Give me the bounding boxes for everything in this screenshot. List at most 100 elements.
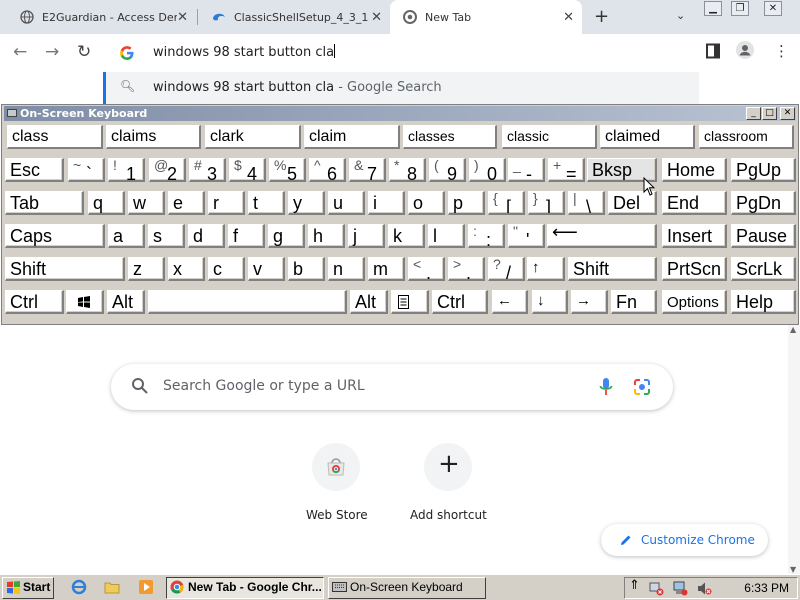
- key-symbol-6[interactable]: ^ 6: [309, 158, 346, 182]
- key-symbol-comma[interactable]: <,: [408, 257, 445, 281]
- prediction-key[interactable]: class: [7, 125, 103, 149]
- close-tab-icon[interactable]: ✕: [563, 10, 574, 25]
- key-symbol-4[interactable]: $4: [229, 158, 266, 182]
- taskbar-button-osk[interactable]: On-Screen Keyboard: [328, 577, 486, 599]
- tab-search-button[interactable]: ⌄: [676, 9, 685, 22]
- key-alt-right[interactable]: Alt: [350, 290, 388, 314]
- key-pgup[interactable]: PgUp: [731, 158, 796, 182]
- key-pgdn[interactable]: PgDn: [731, 191, 796, 215]
- key-symbol-quote[interactable]: " ': [508, 224, 545, 248]
- key-letter-n[interactable]: n: [328, 257, 365, 281]
- start-button[interactable]: Start: [2, 577, 54, 599]
- network-blocked-icon[interactable]: [649, 581, 664, 596]
- new-tab-button[interactable]: +: [594, 6, 609, 27]
- key-pause[interactable]: Pause: [731, 224, 796, 248]
- key-letter-b[interactable]: b: [288, 257, 325, 281]
- key-symbol-period[interactable]: >.: [448, 257, 485, 281]
- forward-icon[interactable]: →: [45, 42, 59, 62]
- key-symbol-=[interactable]: + =: [548, 158, 585, 182]
- voice-search-icon[interactable]: [599, 377, 613, 397]
- restore-button[interactable]: ❐: [731, 1, 749, 16]
- key-symbol-7[interactable]: & 7: [349, 158, 386, 182]
- key-letter-i[interactable]: i: [368, 191, 405, 215]
- customize-chrome-button[interactable]: Customize Chrome: [601, 524, 768, 556]
- prediction-key[interactable]: classic: [502, 125, 597, 149]
- key-letter-v[interactable]: v: [248, 257, 285, 281]
- key-letter-c[interactable]: c: [208, 257, 245, 281]
- key-alt-left[interactable]: Alt: [107, 290, 145, 314]
- key-insert[interactable]: Insert: [662, 224, 727, 248]
- folder-icon[interactable]: [104, 579, 120, 595]
- key-ctrl-right[interactable]: Ctrl: [432, 290, 488, 314]
- key-arrow-left[interactable]: ←: [492, 290, 528, 314]
- media-player-icon[interactable]: [138, 579, 154, 595]
- key-symbol-5[interactable]: % 5: [269, 158, 306, 182]
- key-symbol-\[interactable]: | \: [568, 191, 605, 215]
- key-home[interactable]: Home: [662, 158, 727, 182]
- prediction-key[interactable]: claimed: [600, 125, 695, 149]
- omnibox-suggestion[interactable]: 🔍︎ windows 98 start button cla - Google …: [103, 72, 699, 104]
- reload-icon[interactable]: ↻: [77, 42, 91, 62]
- key-enter[interactable]: ⟵: [547, 224, 657, 248]
- key-letter-l[interactable]: l: [428, 224, 465, 248]
- prediction-key[interactable]: classes: [403, 125, 497, 149]
- key-symbol-2[interactable]: @2: [149, 158, 186, 182]
- tab-e2guardian[interactable]: E2Guardian - Access Deni ✕: [0, 0, 196, 34]
- tab-classicshell[interactable]: ClassicShellSetup_4_3_1 ✕: [198, 0, 390, 34]
- osk-maximize-button[interactable]: □: [762, 107, 777, 120]
- key-letter-f[interactable]: f: [228, 224, 265, 248]
- key-esc[interactable]: Esc: [5, 158, 64, 182]
- key-symbol-1[interactable]: ! 1: [108, 158, 145, 182]
- prediction-key[interactable]: clark: [205, 125, 301, 149]
- key-letter-a[interactable]: a: [108, 224, 145, 248]
- key-letter-k[interactable]: k: [388, 224, 425, 248]
- internet-explorer-icon[interactable]: [71, 579, 87, 595]
- minimize-button[interactable]: ▁: [704, 1, 722, 16]
- back-icon[interactable]: ←: [13, 42, 27, 62]
- key-letter-d[interactable]: d: [188, 224, 225, 248]
- prediction-key[interactable]: classroom: [699, 125, 794, 149]
- side-panel-icon[interactable]: [706, 43, 720, 59]
- shortcut-add[interactable]: +: [424, 443, 472, 491]
- osk-title-bar[interactable]: On-Screen Keyboard: [4, 106, 796, 121]
- key-symbol-][interactable]: }]: [528, 191, 565, 215]
- key-letter-x[interactable]: x: [168, 257, 205, 281]
- key-letter-r[interactable]: r: [208, 191, 245, 215]
- osk-close-button[interactable]: ✕: [780, 107, 795, 120]
- key-letter-u[interactable]: u: [328, 191, 365, 215]
- key-caps-lock[interactable]: Caps: [5, 224, 105, 248]
- key-letter-j[interactable]: j: [348, 224, 385, 248]
- key-letter-e[interactable]: e: [168, 191, 205, 215]
- key-scrlk[interactable]: ScrLk: [731, 257, 796, 281]
- key-end[interactable]: End: [662, 191, 727, 215]
- close-window-button[interactable]: ✕: [764, 1, 782, 16]
- key-letter-z[interactable]: z: [128, 257, 165, 281]
- close-tab-icon[interactable]: ✕: [177, 10, 188, 25]
- key-tab[interactable]: Tab: [5, 191, 84, 215]
- tab-new-tab[interactable]: New Tab ✕: [390, 0, 582, 34]
- taskbar-button-chrome[interactable]: New Tab - Google Chr...: [166, 577, 324, 599]
- menu-kebab-icon[interactable]: ⋮: [774, 42, 789, 60]
- show-hidden-icons-icon[interactable]: ⇑: [629, 578, 640, 593]
- key-symbol-`[interactable]: ~ `: [68, 158, 105, 182]
- key-symbol-9[interactable]: (9: [429, 158, 466, 182]
- profile-avatar-icon[interactable]: [736, 41, 754, 59]
- key-letter-w[interactable]: w: [128, 191, 165, 215]
- key-letter-y[interactable]: y: [288, 191, 325, 215]
- osk-minimize-button[interactable]: _: [746, 107, 761, 120]
- key-letter-q[interactable]: q: [88, 191, 125, 215]
- key-prtscn[interactable]: PrtScn: [662, 257, 727, 281]
- key-letter-g[interactable]: g: [268, 224, 305, 248]
- key-symbol--[interactable]: _ -: [508, 158, 545, 182]
- key-symbol-8[interactable]: * 8: [389, 158, 426, 182]
- key-arrow-right[interactable]: →: [571, 290, 608, 314]
- key-symbol-3[interactable]: #3: [189, 158, 226, 182]
- key-letter-o[interactable]: o: [408, 191, 445, 215]
- page-scrollbar[interactable]: ▲ ▼: [788, 325, 800, 574]
- key-shift-right[interactable]: Shift: [568, 257, 657, 281]
- key-letter-t[interactable]: t: [248, 191, 285, 215]
- key-space[interactable]: [148, 290, 347, 314]
- key-menu[interactable]: [391, 290, 429, 314]
- key-letter-m[interactable]: m: [368, 257, 405, 281]
- google-lens-icon[interactable]: [633, 378, 651, 396]
